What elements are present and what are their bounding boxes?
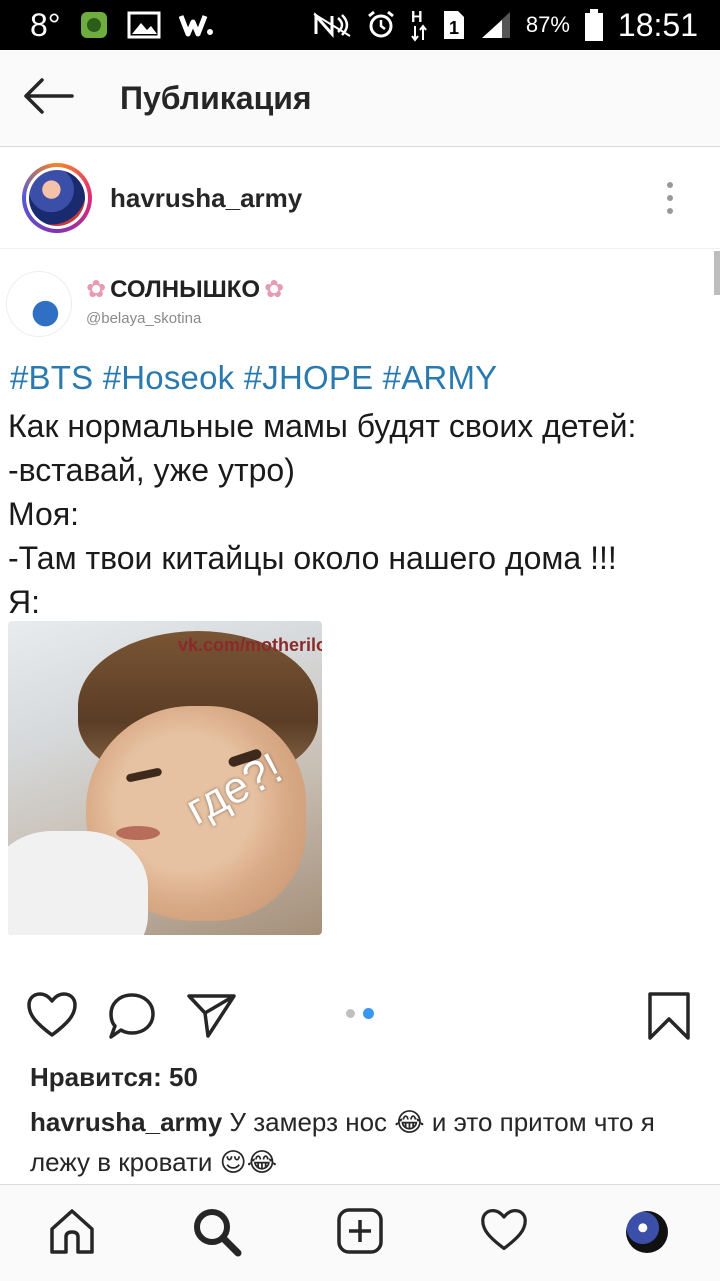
- tweet-avatar: [6, 271, 72, 337]
- flower-icon: ✿: [86, 276, 107, 303]
- tweet-names: ✿ СОЛНЫШКО ✿ @belaya_skotina: [86, 275, 284, 328]
- w-app-icon: [178, 12, 215, 38]
- scrollbar: [714, 251, 720, 295]
- back-button[interactable]: [0, 50, 96, 146]
- status-bar: 8° H 1 87% 18:51: [0, 0, 720, 50]
- nfc-icon: [312, 12, 352, 38]
- alarm-icon: [366, 10, 396, 40]
- caption-username[interactable]: havrusha_army: [30, 1107, 222, 1137]
- bottom-navigation: [0, 1184, 720, 1281]
- flower-icon: ✿: [264, 276, 285, 303]
- meme-image: vk.com/motherilovekorea где?!: [8, 621, 322, 935]
- svg-text:H: H: [411, 9, 423, 26]
- page-title: Публикация: [120, 79, 312, 116]
- bookmark-icon[interactable]: [646, 991, 692, 1046]
- author-username[interactable]: havrusha_army: [110, 183, 302, 214]
- post-media[interactable]: ✿ СОЛНЫШКО ✿ @belaya_skotina #BTS #Hoseo…: [0, 249, 720, 950]
- tweet-display-name: ✿ СОЛНЫШКО ✿: [86, 275, 284, 304]
- more-options-button[interactable]: [660, 182, 680, 214]
- app-header: Публикация: [0, 50, 720, 147]
- profile-avatar-image: [626, 1211, 668, 1253]
- more-vertical-icon: [667, 182, 673, 188]
- activity-heart-icon[interactable]: [480, 1207, 528, 1258]
- weather-icon: [79, 10, 109, 40]
- post-header: havrusha_army: [0, 148, 720, 249]
- carousel-dot: [346, 1009, 355, 1018]
- avatar-border: [26, 167, 88, 229]
- sim-icon: 1: [442, 9, 466, 41]
- battery-percent: 87%: [525, 12, 570, 37]
- likes-count[interactable]: Нравится: 50: [30, 1062, 198, 1093]
- tweet-handle: @belaya_skotina: [86, 310, 202, 327]
- tweet-text: Как нормальные мамы будят своих детей: -…: [8, 408, 637, 620]
- add-post-icon[interactable]: [336, 1207, 384, 1260]
- home-icon[interactable]: [48, 1207, 96, 1260]
- profile-avatar[interactable]: [626, 1211, 668, 1253]
- author-avatar[interactable]: [22, 163, 92, 233]
- temperature-text: 8°: [30, 6, 61, 43]
- meme-watermark: vk.com/motherilovekorea: [178, 635, 322, 655]
- carousel-indicator: [346, 1008, 374, 1019]
- meme-mouth: [116, 826, 160, 840]
- tweet-display-name-text: СОЛНЫШКО: [110, 275, 261, 303]
- share-icon[interactable]: [186, 991, 238, 1044]
- tweet-header: ✿ СОЛНЫШКО ✿ @belaya_skotina: [6, 271, 284, 337]
- image-icon: [127, 11, 161, 39]
- meme-pillow: [8, 831, 148, 935]
- tweet-hashtags: #BTS #Hoseok #JHOPE #ARMY: [10, 359, 498, 396]
- post-caption: havrusha_army У замерз нос 😂 и это прито…: [30, 1102, 700, 1182]
- network-type-icon: H: [410, 8, 428, 42]
- comment-icon[interactable]: [106, 991, 158, 1046]
- back-arrow-icon: [22, 77, 74, 119]
- search-icon[interactable]: [192, 1207, 242, 1262]
- more-vertical-icon-dot: [667, 208, 673, 214]
- clock: 18:51: [617, 6, 698, 43]
- signal-icon: [480, 10, 512, 40]
- heart-icon[interactable]: [26, 991, 78, 1044]
- battery-icon: [584, 8, 604, 42]
- svg-text:1: 1: [449, 18, 459, 38]
- post-actions: [0, 985, 720, 1045]
- carousel-dot-active: [363, 1008, 374, 1019]
- avatar-image: [29, 170, 85, 226]
- more-vertical-icon-dot: [667, 195, 673, 201]
